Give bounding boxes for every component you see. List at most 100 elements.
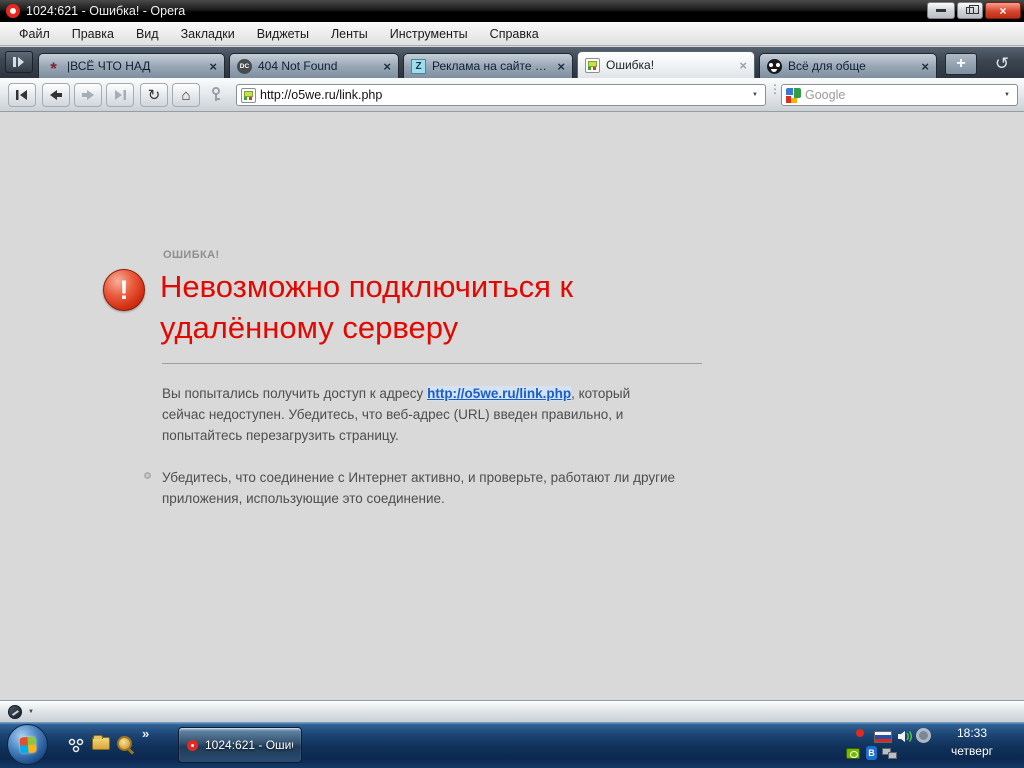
bluetooth-icon[interactable]: B <box>866 746 877 760</box>
nvidia-tray-icon[interactable] <box>846 748 860 759</box>
menu-bar: Файл Правка Вид Закладки Виджеты Ленты И… <box>0 22 1024 46</box>
status-bar: ▼ ▼ 100% ▼ <box>0 700 1024 722</box>
error-url-link[interactable]: http://o5we.ru/link.php <box>427 386 571 401</box>
new-tab-button[interactable]: + <box>945 53 977 75</box>
face-favicon-icon <box>767 59 782 74</box>
opera-tray-icon[interactable] <box>856 729 864 737</box>
forward-arrow-icon <box>81 89 95 101</box>
tab-bar: * |ВСЁ ЧТО НАД × DC 404 Not Found × Z Ре… <box>0 47 1024 78</box>
menu-file[interactable]: Файл <box>8 24 61 44</box>
window-title: 1024:621 - Ошибка! - Opera <box>26 4 185 18</box>
molecule-icon[interactable] <box>68 738 85 753</box>
minimize-icon <box>936 9 946 12</box>
dc-favicon-icon: DC <box>237 59 252 74</box>
menu-tools[interactable]: Инструменты <box>379 24 479 44</box>
divider <box>162 363 702 364</box>
fast-forward-icon <box>113 89 127 101</box>
back-button[interactable] <box>42 83 70 107</box>
status-dropdown-arrow-icon[interactable]: ▼ <box>28 709 34 715</box>
minimize-button[interactable] <box>927 2 955 19</box>
volume-icon[interactable] <box>897 730 913 743</box>
menu-bookmarks[interactable]: Закладки <box>170 24 246 44</box>
tray-clock[interactable]: 18:33 четверг <box>930 726 1014 758</box>
menu-edit[interactable]: Правка <box>61 24 125 44</box>
network-icon[interactable] <box>882 748 898 759</box>
menu-view[interactable]: Вид <box>125 24 170 44</box>
plus-icon: + <box>956 55 965 73</box>
reload-icon: ↻ <box>148 86 161 104</box>
clock-time: 18:33 <box>930 726 1014 740</box>
navigation-toolbar: ↻ ⌂ ▼ ⋮ ▼ <box>0 78 1024 112</box>
rewind-icon <box>15 89 29 101</box>
bullet-icon <box>144 472 151 479</box>
language-flag-icon[interactable] <box>874 731 892 743</box>
search-bar[interactable]: ▼ <box>781 84 1018 106</box>
folder-icon[interactable] <box>92 737 110 750</box>
menu-feeds[interactable]: Ленты <box>320 24 379 44</box>
key-icon <box>211 87 221 103</box>
page-favicon-icon <box>585 58 600 73</box>
undo-trash-icon: ↺ <box>995 54 1009 74</box>
google-icon <box>786 88 801 103</box>
close-icon: × <box>999 4 1006 18</box>
opera-icon <box>187 740 198 751</box>
tab-reklama[interactable]: Z Реклама на сайте zwa... × <box>403 53 573 78</box>
page-content: ! ОШИБКА! Невозможно подключиться к удал… <box>0 112 1024 700</box>
closed-tabs-button[interactable]: ↺ <box>986 53 1018 75</box>
error-bullet-text: Убедитесь, что соединение с Интернет акт… <box>162 467 684 509</box>
tab-vse-chto-nad[interactable]: * |ВСЁ ЧТО НАД × <box>38 53 225 78</box>
home-button[interactable]: ⌂ <box>172 83 200 107</box>
reload-button[interactable]: ↻ <box>140 83 168 107</box>
tab-close-icon[interactable]: × <box>383 60 391 73</box>
error-alert-icon: ! <box>103 269 145 311</box>
address-dropdown-arrow-icon[interactable]: ▼ <box>747 86 763 104</box>
error-title: Невозможно подключиться к удалённому сер… <box>160 266 640 348</box>
close-button[interactable]: × <box>985 2 1021 19</box>
start-button[interactable] <box>7 724 48 765</box>
error-kicker: ОШИБКА! <box>163 249 220 261</box>
quicklaunch-overflow-chevron[interactable]: » <box>142 726 149 741</box>
search-dropdown-arrow-icon[interactable]: ▼ <box>999 86 1015 104</box>
windows-flag-icon <box>19 736 36 753</box>
window-controls: × <box>927 2 1021 19</box>
tab-label: Всё для обще <box>788 59 915 73</box>
title-bar: 1024:621 - Ошибка! - Opera × <box>0 0 1024 22</box>
tab-label: Реклама на сайте zwa... <box>432 59 551 73</box>
back-arrow-icon <box>49 89 63 101</box>
clock-weekday: четверг <box>930 744 1014 758</box>
panel-toggle-button[interactable] <box>5 51 33 73</box>
tab-label: Ошибка! <box>606 58 733 72</box>
menu-widgets[interactable]: Виджеты <box>246 24 320 44</box>
address-bar[interactable]: ▼ <box>236 84 766 106</box>
search-input[interactable] <box>801 88 999 102</box>
page-favicon-icon <box>241 88 256 103</box>
restore-button[interactable] <box>957 2 983 19</box>
forward-button[interactable] <box>74 83 102 107</box>
search-person-icon[interactable] <box>117 736 132 751</box>
update-tray-icon[interactable] <box>916 728 931 743</box>
tab-close-icon[interactable]: × <box>921 60 929 73</box>
globe-icon[interactable] <box>8 705 22 719</box>
wand-button[interactable] <box>205 83 227 107</box>
fast-forward-button[interactable] <box>106 83 134 107</box>
asterisk-favicon-icon: * <box>46 59 61 74</box>
taskbar: » 1024:621 - Ошиб... B 18:33 четверг <box>0 722 1024 768</box>
tab-close-icon[interactable]: × <box>557 60 565 73</box>
rewind-button[interactable] <box>8 83 36 107</box>
opera-logo-icon <box>6 4 20 18</box>
toolbar-splitter-handle[interactable]: ⋮ <box>769 86 781 92</box>
exclamation-glyph: ! <box>120 275 129 306</box>
tab-label: 404 Not Found <box>258 59 377 73</box>
paragraph-text: Вы попытались получить доступ к адресу <box>162 386 427 401</box>
opera-taskbar-button[interactable]: 1024:621 - Ошиб... <box>178 727 302 763</box>
tab-error-active[interactable]: Ошибка! × <box>577 51 755 78</box>
address-input[interactable] <box>256 88 747 102</box>
tab-close-icon[interactable]: × <box>739 59 747 72</box>
panel-toggle-icon <box>12 56 26 68</box>
tab-404-not-found[interactable]: DC 404 Not Found × <box>229 53 399 78</box>
menu-help[interactable]: Справка <box>479 24 550 44</box>
tab-vse-dlya-obshche[interactable]: Всё для обще × <box>759 53 937 78</box>
tab-close-icon[interactable]: × <box>209 60 217 73</box>
error-paragraph: Вы попытались получить доступ к адресу h… <box>162 383 670 446</box>
home-icon: ⌂ <box>181 87 190 104</box>
